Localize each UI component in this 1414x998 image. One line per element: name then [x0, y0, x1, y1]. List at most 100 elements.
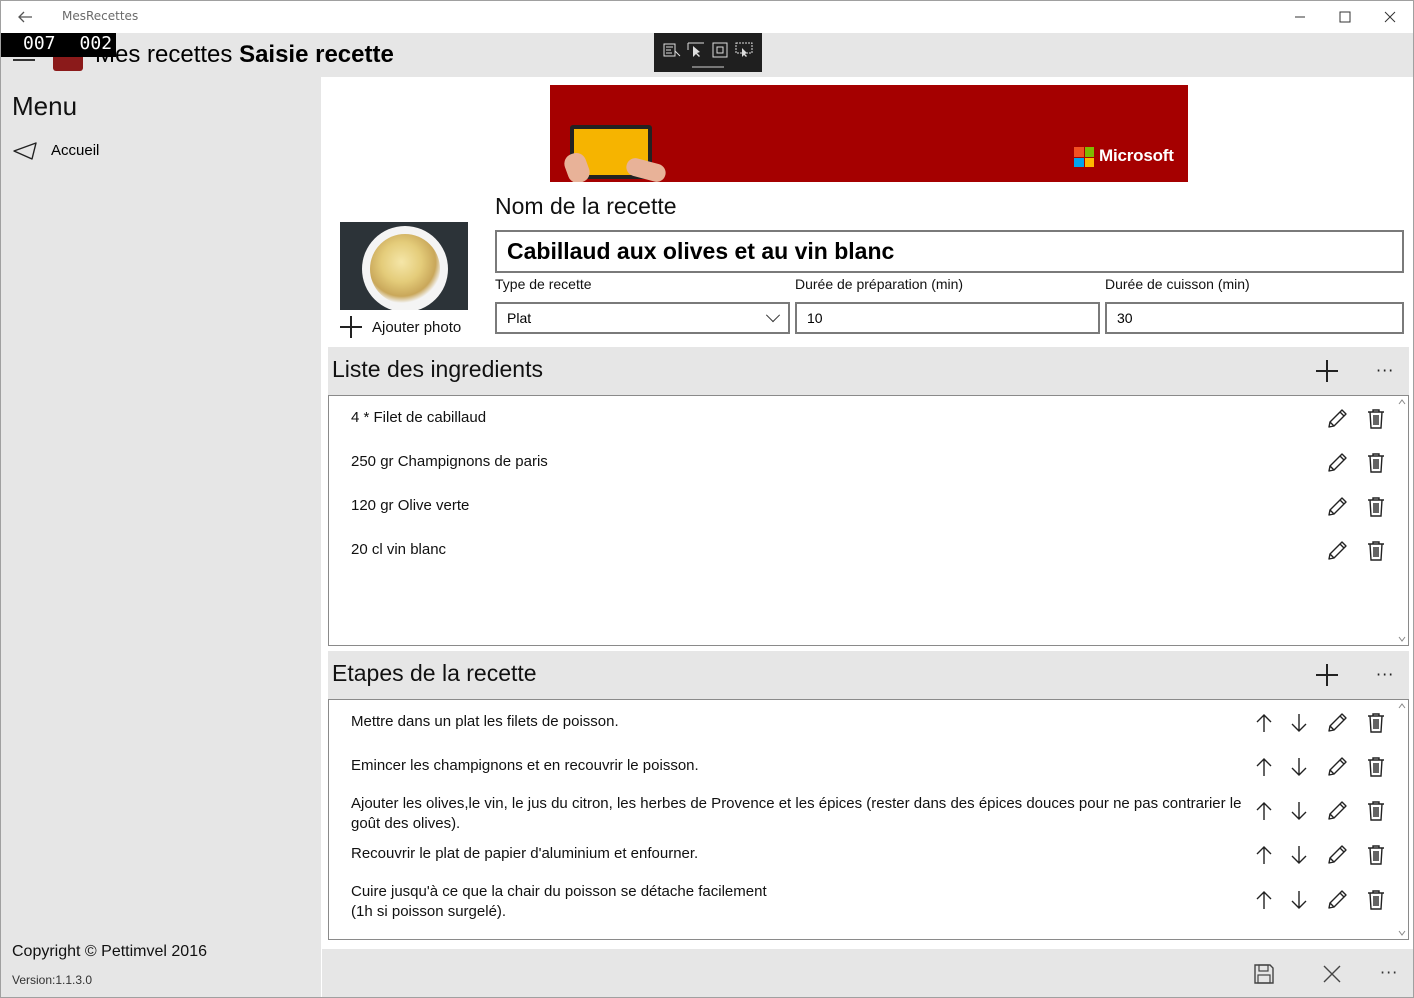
counter-right: 002 [79, 33, 113, 54]
steps-title: Etapes de la recette [332, 660, 537, 686]
command-bar: ··· [322, 949, 1413, 997]
add-step-button[interactable] [1316, 664, 1338, 686]
layout-adorner-icon[interactable] [711, 42, 729, 58]
step-row[interactable]: Mettre dans un plat les filets de poisso… [329, 700, 1397, 744]
step-row[interactable]: Recouvrir le plat de papier d'aluminium … [329, 832, 1397, 876]
move-down-arrow-icon[interactable] [1288, 889, 1310, 911]
move-down-arrow-icon[interactable] [1288, 844, 1310, 866]
ingredients-list: 4 * Filet de cabillaud 250 gr Champignon… [328, 395, 1409, 646]
move-up-arrow-icon[interactable] [1253, 844, 1275, 866]
add-photo-label: Ajouter photo [372, 318, 462, 336]
window-title: MesRecettes [62, 9, 139, 23]
step-row[interactable]: Ajouter les olives,le vin, le jus du cit… [329, 788, 1397, 832]
scroll-down-icon[interactable] [1398, 635, 1406, 643]
delete-trash-icon[interactable] [1365, 712, 1387, 734]
edit-pencil-icon[interactable] [1326, 844, 1348, 866]
step-row[interactable]: Cuire jusqu'à ce que la chair du poisson… [329, 876, 1397, 924]
edit-pencil-icon[interactable] [1326, 712, 1348, 734]
delete-trash-icon[interactable] [1365, 408, 1387, 430]
command-bar-more-button[interactable]: ··· [1380, 963, 1398, 982]
move-down-arrow-icon[interactable] [1288, 756, 1310, 778]
steps-list: Mettre dans un plat les filets de poisso… [328, 699, 1409, 940]
minimize-button[interactable] [1277, 1, 1323, 33]
delete-trash-icon[interactable] [1365, 496, 1387, 518]
sidebar-item-accueil[interactable]: Accueil [1, 133, 321, 169]
counter-left: 007 [23, 33, 56, 54]
close-icon [1384, 11, 1396, 23]
scroll-down-icon[interactable] [1398, 929, 1406, 937]
main-content: Microsoft Ajouter photo Nom de la recett… [322, 77, 1413, 949]
ingredient-row[interactable]: 20 cl vin blanc [329, 528, 1397, 572]
save-icon[interactable] [1253, 963, 1275, 985]
recipe-type-select[interactable]: Plat [495, 302, 790, 334]
recipe-photo[interactable] [340, 222, 468, 310]
delete-trash-icon[interactable] [1365, 800, 1387, 822]
track-focus-icon[interactable] [735, 42, 753, 58]
recipe-name-input[interactable]: Cabillaud aux olives et au vin blanc [495, 230, 1404, 273]
add-ingredient-button[interactable] [1316, 360, 1338, 382]
move-up-arrow-icon[interactable] [1253, 756, 1275, 778]
scroll-up-icon[interactable] [1398, 398, 1406, 406]
edit-pencil-icon[interactable] [1326, 889, 1348, 911]
cook-time-input[interactable]: 30 [1105, 302, 1404, 334]
move-up-arrow-icon[interactable] [1253, 800, 1275, 822]
step-text-line1: Ajouter les olives,le vin, le jus du cit… [351, 795, 1242, 812]
edit-pencil-icon[interactable] [1326, 496, 1348, 518]
add-photo-button[interactable]: Ajouter photo [340, 315, 461, 339]
advertisement-banner[interactable]: Microsoft [550, 85, 1188, 182]
ingredient-text: 120 gr Olive verte [351, 497, 470, 514]
delete-trash-icon[interactable] [1365, 452, 1387, 474]
steps-scrollbar[interactable] [1396, 700, 1408, 939]
send-icon [13, 142, 37, 160]
step-text-line1: Recouvrir le plat de papier d'aluminium … [351, 845, 699, 862]
delete-trash-icon[interactable] [1365, 844, 1387, 866]
prep-time-input[interactable]: 10 [795, 302, 1100, 334]
sidebar-item-label: Accueil [51, 142, 100, 159]
step-row[interactable]: Emincer les champignons et en recouvrir … [329, 744, 1397, 788]
delete-trash-icon[interactable] [1365, 540, 1387, 562]
sidebar: Menu Accueil Copyright © Pettimvel 2016 … [1, 77, 321, 997]
ingredients-scrollbar[interactable] [1396, 396, 1408, 645]
debug-toolbar [654, 33, 762, 72]
live-tree-icon[interactable] [663, 42, 681, 58]
select-element-icon[interactable] [687, 42, 705, 58]
ingredient-row[interactable]: 120 gr Olive verte [329, 484, 1397, 528]
scroll-up-icon[interactable] [1398, 702, 1406, 710]
ingredients-title: Liste des ingredients [332, 356, 543, 382]
close-window-button[interactable] [1367, 1, 1413, 33]
edit-pencil-icon[interactable] [1326, 540, 1348, 562]
toolbar-grip[interactable] [692, 66, 724, 68]
recipe-type-value: Plat [507, 310, 532, 326]
ingredient-row[interactable]: 4 * Filet de cabillaud [329, 396, 1397, 440]
steps-more-button[interactable]: ··· [1376, 665, 1394, 684]
cancel-icon[interactable] [1321, 963, 1343, 985]
app-window: MesRecettes Mes recettes Saisie recette … [0, 0, 1414, 998]
copyright-text: Copyright © Pettimvel 2016 [12, 943, 207, 960]
ingredient-row[interactable]: 250 gr Champignons de paris [329, 440, 1397, 484]
step-text-line1: Cuire jusqu'à ce que la chair du poisson… [351, 883, 767, 900]
move-down-arrow-icon[interactable] [1288, 712, 1310, 734]
chevron-down-icon [765, 308, 781, 323]
move-down-arrow-icon[interactable] [1288, 800, 1310, 822]
move-up-arrow-icon[interactable] [1253, 712, 1275, 734]
steps-header: Etapes de la recette ··· [328, 651, 1409, 699]
maximize-button[interactable] [1322, 1, 1368, 33]
microsoft-logo-icon [1074, 147, 1094, 167]
ingredient-text: 250 gr Champignons de paris [351, 453, 548, 470]
edit-pencil-icon[interactable] [1326, 452, 1348, 474]
delete-trash-icon[interactable] [1365, 756, 1387, 778]
cook-time-label: Durée de cuisson (min) [1105, 276, 1250, 292]
edit-pencil-icon[interactable] [1326, 800, 1348, 822]
step-text-line2: (1h si poisson surgelé). [351, 903, 507, 920]
menu-title: Menu [12, 91, 78, 121]
edit-pencil-icon[interactable] [1326, 408, 1348, 430]
hamburger-menu-icon[interactable] [13, 59, 35, 61]
ingredient-text: 20 cl vin blanc [351, 541, 447, 558]
maximize-icon [1339, 11, 1351, 23]
recipe-type-label: Type de recette [495, 276, 592, 292]
move-up-arrow-icon[interactable] [1253, 889, 1275, 911]
ingredients-more-button[interactable]: ··· [1376, 361, 1394, 380]
delete-trash-icon[interactable] [1365, 889, 1387, 911]
edit-pencil-icon[interactable] [1326, 756, 1348, 778]
back-button[interactable] [13, 5, 37, 29]
